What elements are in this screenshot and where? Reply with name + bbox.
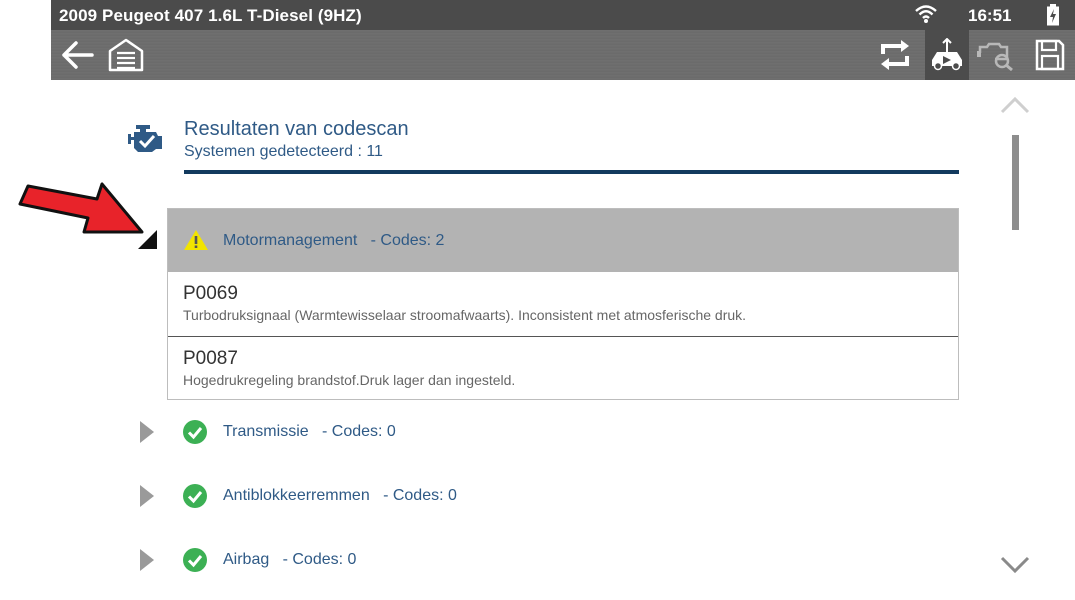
- group-name: Airbag: [223, 551, 270, 568]
- systems-detected-count: Systemen gedetecteerd : 11: [184, 143, 383, 160]
- red-pointer-arrow-icon: [18, 182, 146, 255]
- warning-icon: [183, 229, 209, 256]
- group-codes-count: - Codes: 2: [370, 232, 445, 249]
- dtc-row[interactable]: P0069 Turbodruksignaal (Warmtewisselaar …: [168, 272, 958, 336]
- group-name: Transmissie: [223, 423, 309, 440]
- system-group-transmissie[interactable]: Transmissie - Codes: 0: [135, 408, 965, 456]
- group-name: Motormanagement: [223, 232, 358, 249]
- collapse-group-icon[interactable]: [138, 230, 157, 249]
- vehicle-title: 2009 Peugeot 407 1.6L T-Diesel (9HZ): [59, 6, 362, 25]
- group-name: Antiblokkeerremmen: [223, 487, 370, 504]
- system-group-airbag[interactable]: Airbag - Codes: 0: [135, 536, 965, 584]
- back-arrow-icon[interactable]: [57, 30, 99, 80]
- dtc-description: Turbodruksignaal (Warmtewisselaar stroom…: [183, 307, 747, 323]
- clock: 16:51: [968, 6, 1012, 25]
- expand-group-icon[interactable]: [140, 549, 154, 571]
- group-codes-count: - Codes: 0: [321, 423, 396, 440]
- group-header[interactable]: Motormanagement - Codes: 2: [168, 209, 958, 272]
- system-group-antiblokkeerremmen[interactable]: Antiblokkeerremmen - Codes: 0: [135, 472, 965, 520]
- vehicle-connection-icon[interactable]: [925, 30, 969, 80]
- expand-group-icon[interactable]: [140, 421, 154, 443]
- garage-home-icon[interactable]: [105, 30, 147, 80]
- dtc-code: P0069: [183, 283, 238, 304]
- scroll-up-icon[interactable]: [1000, 96, 1030, 119]
- check-circle-icon: [183, 420, 207, 449]
- system-group-motormanagement: Motormanagement - Codes: 2 P0069 Turbodr…: [167, 208, 959, 400]
- status-bar: 2009 Peugeot 407 1.6L T-Diesel (9HZ) 16:…: [51, 0, 1075, 30]
- check-circle-icon: [183, 484, 207, 513]
- group-title: Motormanagement - Codes: 2: [223, 232, 444, 250]
- vehicle-scan-icon[interactable]: [975, 30, 1017, 80]
- dtc-row[interactable]: P0087 Hogedrukregeling brandstof.Druk la…: [168, 337, 958, 401]
- engine-check-icon: [128, 125, 166, 158]
- battery-charging-icon: [1046, 4, 1060, 31]
- dtc-code: P0087: [183, 348, 238, 369]
- wifi-icon: [915, 4, 937, 29]
- expand-group-icon[interactable]: [140, 485, 154, 507]
- page-title: Resultaten van codescan: [184, 118, 409, 140]
- group-codes-count: - Codes: 0: [383, 487, 457, 504]
- header-divider: [184, 170, 959, 174]
- dtc-description: Hogedrukregeling brandstof.Druk lager da…: [183, 372, 516, 388]
- toolbar: [51, 30, 1075, 80]
- group-codes-count: - Codes: 0: [282, 551, 357, 568]
- app-screen: 2009 Peugeot 407 1.6L T-Diesel (9HZ) 16:…: [0, 0, 1075, 600]
- scrollbar-thumb[interactable]: [1012, 135, 1019, 230]
- scroll-down-icon[interactable]: [1000, 556, 1030, 579]
- group-title: Airbag - Codes: 0: [223, 551, 356, 569]
- save-floppy-icon[interactable]: [1029, 30, 1071, 80]
- check-circle-icon: [183, 548, 207, 577]
- group-title: Antiblokkeerremmen - Codes: 0: [223, 487, 457, 505]
- refresh-swap-icon[interactable]: [873, 30, 917, 80]
- group-title: Transmissie - Codes: 0: [223, 423, 396, 441]
